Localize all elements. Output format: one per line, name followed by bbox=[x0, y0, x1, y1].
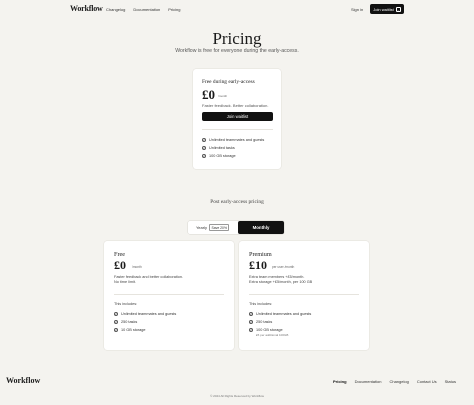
toggle-monthly[interactable]: Monthly bbox=[238, 221, 284, 234]
copyright: © 2024 All Rights Reserved by Workflow bbox=[210, 394, 264, 398]
plan-price: £0 bbox=[114, 258, 126, 272]
page-subtitle: Workflow is free for everyone during the… bbox=[175, 48, 299, 54]
page-title: Pricing bbox=[212, 29, 262, 48]
footer-nav: Pricing Documentation Changelog Contact … bbox=[333, 379, 456, 384]
divider bbox=[114, 294, 224, 295]
logo[interactable]: Workflow bbox=[70, 4, 103, 13]
plan-includes-label: This includes: bbox=[114, 302, 138, 306]
top-header: Workflow Changelog Documentation Pricing… bbox=[0, 0, 474, 20]
divider bbox=[202, 129, 273, 130]
feature-item: ✓ 250 tasks bbox=[114, 319, 138, 324]
save-badge: Save 20% bbox=[209, 224, 230, 231]
footer-link-status[interactable]: Status bbox=[445, 379, 456, 384]
top-nav: Changelog Documentation Pricing bbox=[106, 7, 181, 12]
footer-link-contact[interactable]: Contact Us bbox=[417, 379, 437, 384]
plan-description: Faster feedback and better collaboration… bbox=[114, 275, 184, 284]
check-circle-icon: ✓ bbox=[114, 311, 118, 316]
nav-pricing[interactable]: Pricing bbox=[168, 7, 180, 12]
post-access-heading: Post early-access pricing bbox=[210, 199, 264, 205]
nav-changelog[interactable]: Changelog bbox=[106, 7, 125, 12]
plan-description: Extra team members +£5/month. Extra stor… bbox=[249, 275, 313, 284]
plan-features: ✓ Unlimited teammates and guests ✓ 250 tas… bbox=[249, 311, 311, 337]
plan-includes-label: This includes: bbox=[249, 302, 273, 306]
early-access-tagline: Faster feedback. Better collaboration. bbox=[202, 103, 269, 108]
check-circle-icon: ✓ bbox=[114, 327, 118, 332]
nav-documentation[interactable]: Documentation bbox=[133, 7, 160, 12]
feature-item: ✓ 100 GB storage bbox=[249, 327, 283, 332]
early-access-card: Free during early-access £0 /month Faste… bbox=[193, 69, 281, 169]
early-access-features: ✓ Unlimited teammates and guests ✓ Unlimit… bbox=[202, 137, 264, 158]
toggle-yearly[interactable]: Yearly bbox=[196, 225, 207, 230]
feature-item: ✓ Unlimited teammates and guests bbox=[202, 137, 265, 142]
check-circle-icon: ✓ bbox=[114, 319, 118, 324]
check-circle-icon: ✓ bbox=[202, 137, 206, 142]
check-circle-icon: ✓ bbox=[249, 327, 253, 332]
feature-item: ✓ Unlimited teammates and guests bbox=[249, 311, 312, 316]
billing-toggle: Yearly Save 20% Monthly bbox=[188, 221, 284, 234]
check-circle-icon: ✓ bbox=[249, 319, 253, 324]
plan-card-free: Free £0 /month Faster feedback and bette… bbox=[104, 241, 234, 350]
feature-item: ✓ Unlimited tasks bbox=[202, 145, 235, 150]
footer-link-pricing[interactable]: Pricing bbox=[333, 379, 347, 384]
arrow-right-icon: → bbox=[395, 6, 401, 12]
check-circle-icon: ✓ bbox=[202, 145, 206, 150]
plan-name: Premium bbox=[249, 251, 272, 258]
check-circle-icon: ✓ bbox=[202, 153, 206, 158]
footer-link-changelog[interactable]: Changelog bbox=[389, 379, 408, 384]
divider bbox=[249, 294, 359, 295]
early-access-title: Free during early-access bbox=[202, 79, 255, 85]
plan-period: /month bbox=[132, 265, 142, 269]
join-waitlist-label: Join waitlist bbox=[373, 6, 394, 12]
plan-name: Free bbox=[114, 251, 125, 258]
feature-item: ✓ Unlimited teammates and guests bbox=[114, 311, 177, 316]
feature-item: ✓ 100 GB storage bbox=[202, 153, 236, 158]
footer-link-documentation[interactable]: Documentation bbox=[355, 379, 382, 384]
footer-logo[interactable]: Workflow bbox=[6, 376, 40, 385]
storage-note: £5 per additional 100GB bbox=[256, 333, 289, 337]
plan-period: per user /month bbox=[272, 265, 295, 269]
feature-item: ✓ 10 GB storage bbox=[114, 327, 146, 332]
join-waitlist-card-button[interactable]: Join waitlist bbox=[202, 112, 273, 121]
join-waitlist-button[interactable]: Join waitlist → bbox=[370, 4, 404, 14]
sign-in-link[interactable]: Sign in bbox=[351, 7, 363, 12]
feature-item: ✓ 250 tasks bbox=[249, 319, 273, 324]
plan-card-premium: Premium £10 per user /month Extra team m… bbox=[239, 241, 369, 350]
plan-features: ✓ Unlimited teammates and guests ✓ 250 tas… bbox=[114, 311, 176, 332]
early-access-price: £0 bbox=[202, 87, 215, 102]
check-circle-icon: ✓ bbox=[249, 311, 253, 316]
early-access-period: /month bbox=[218, 94, 228, 98]
plan-price: £10 bbox=[249, 258, 267, 272]
